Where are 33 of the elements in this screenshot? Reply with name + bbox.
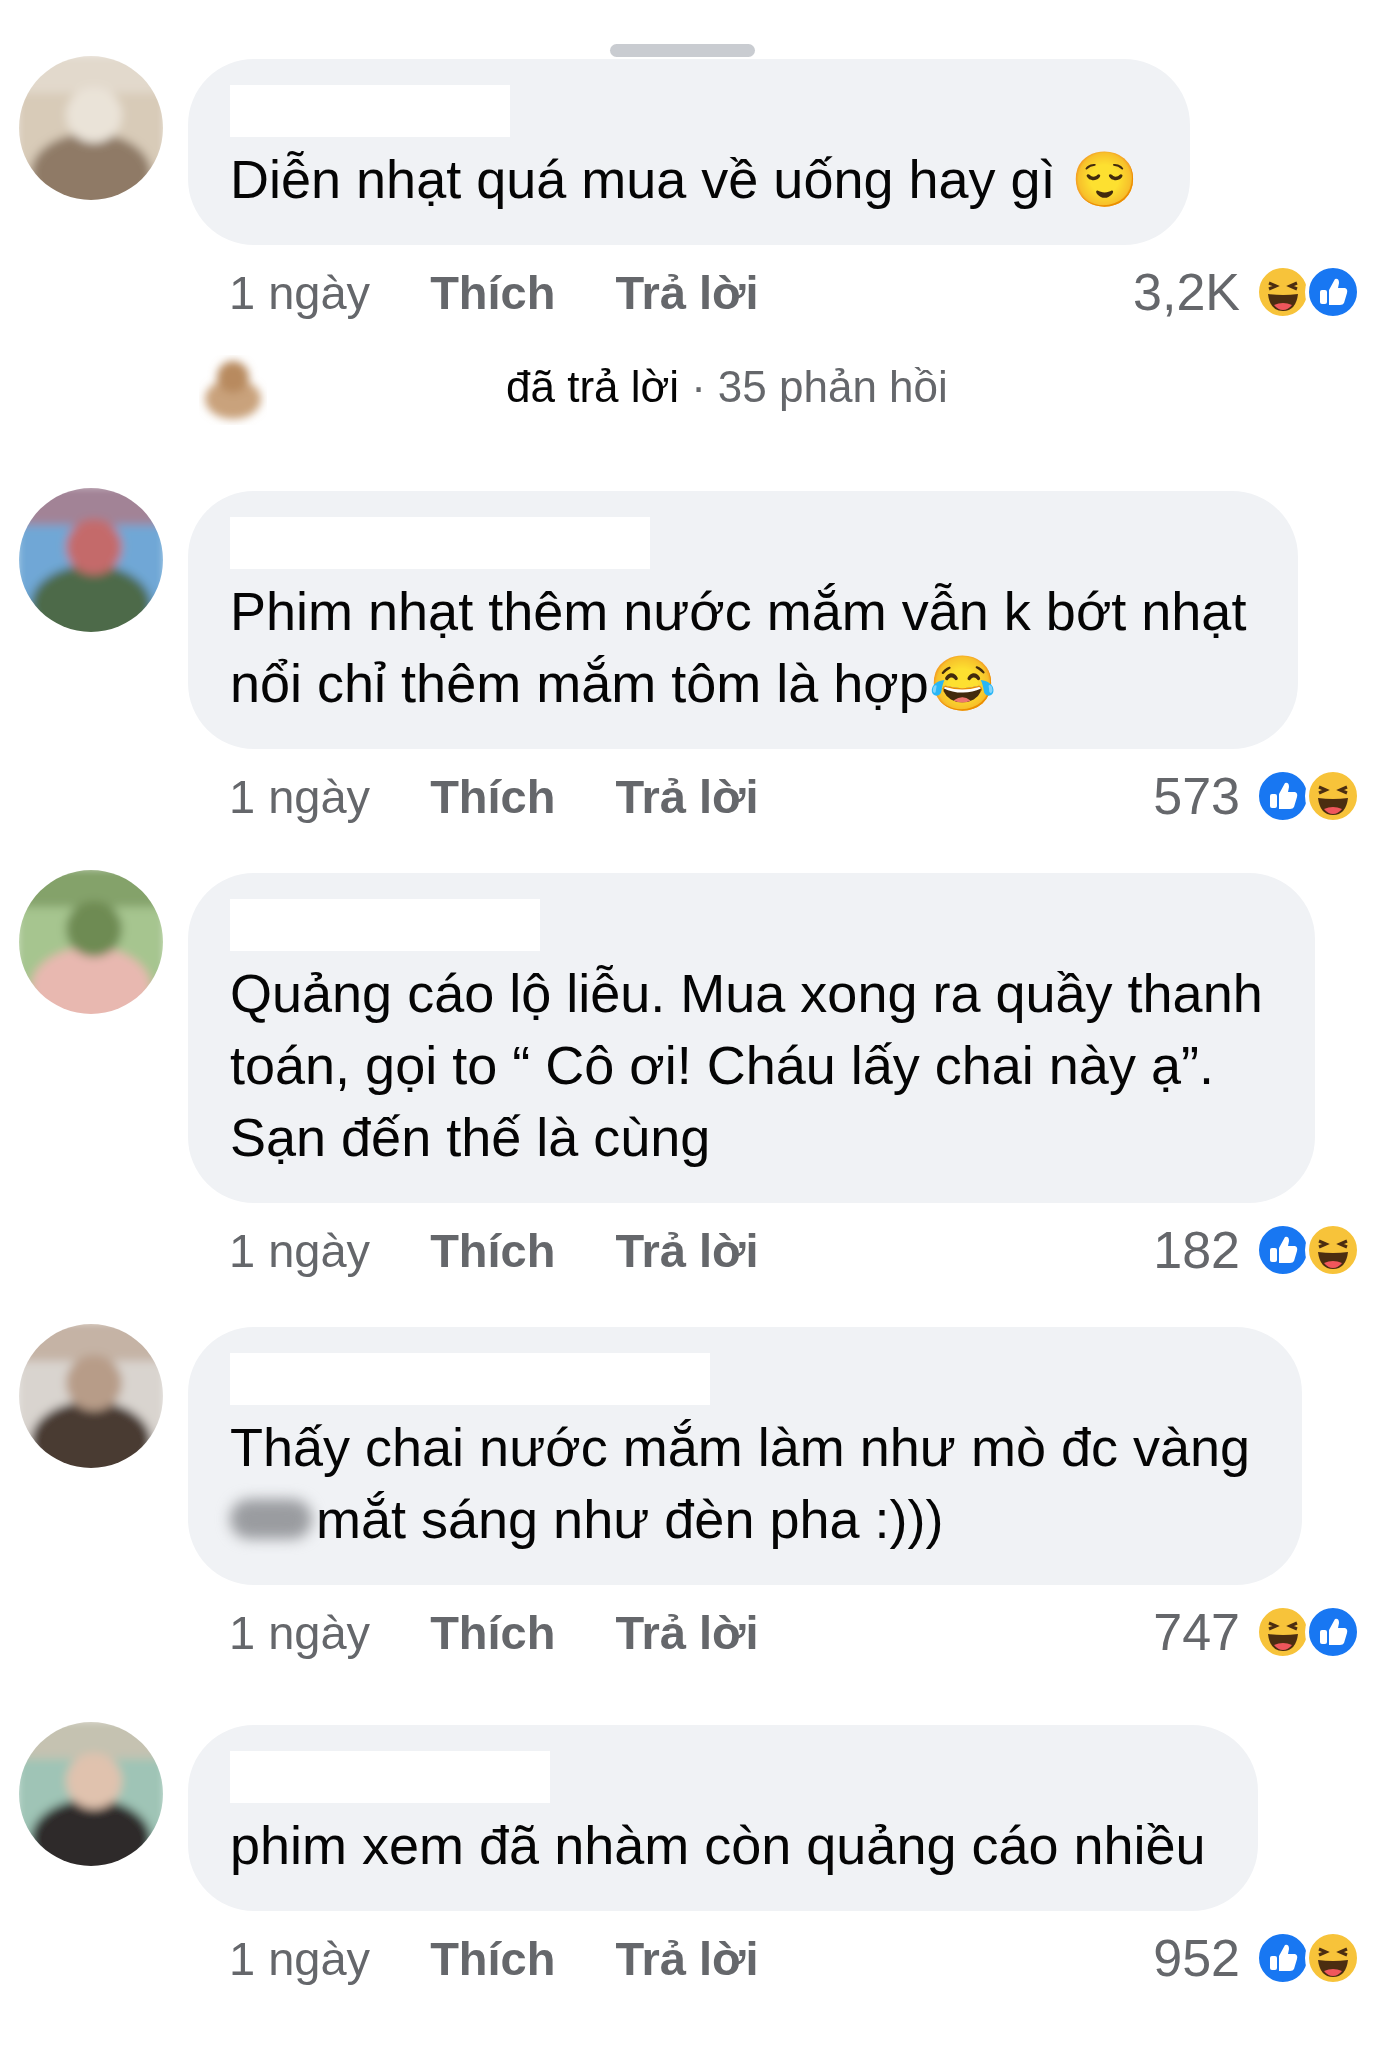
reaction-count: 573 (1153, 766, 1240, 826)
reaction-count: 3,2K (1133, 262, 1240, 322)
reply-link[interactable]: Trả lời (615, 1604, 759, 1660)
comment-text: Sạn đến thế là cùng (230, 1106, 712, 1169)
comment-time: 1 ngày (229, 1930, 371, 1986)
reply-link[interactable]: Trả lời (615, 1930, 759, 1986)
comment-text: Quảng cáo lộ liễu. Mua xong ra quầy thanh (230, 962, 1263, 1025)
reaction-count: 182 (1153, 1220, 1240, 1280)
comment-time: 1 ngày (229, 768, 371, 824)
reply-link[interactable]: Trả lời (615, 1222, 759, 1278)
reply-link[interactable]: Trả lời (615, 768, 759, 824)
reply-link[interactable]: Trả lời (615, 264, 759, 320)
reaction-count: 747 (1153, 1602, 1240, 1662)
like-link[interactable]: Thích (430, 264, 556, 320)
like-link[interactable]: Thích (430, 1604, 556, 1660)
separator-dot: · (691, 362, 706, 412)
comment-time: 1 ngày (229, 1604, 371, 1660)
reaction-count: 952 (1153, 1928, 1240, 1988)
comment-time: 1 ngày (229, 264, 371, 320)
drag-handle[interactable] (610, 44, 755, 57)
comment-text: nổi chỉ thêm mắm tôm là hợp😂 (230, 652, 997, 715)
replied-label[interactable]: đã trả lời (506, 362, 680, 412)
replies-count-link[interactable]: 35 phản hồi (717, 362, 948, 412)
comment-text: mắt sáng như đèn pha :))) (316, 1488, 944, 1551)
like-link[interactable]: Thích (430, 768, 556, 824)
comment-text: Diễn nhạt quá mua về uống hay gì 😌 (230, 148, 1138, 211)
like-link[interactable]: Thích (430, 1222, 556, 1278)
comment-time: 1 ngày (229, 1222, 371, 1278)
comment-text: Phim nhạt thêm nước mắm vẫn k bớt nhạt (230, 580, 1247, 643)
like-link[interactable]: Thích (430, 1930, 556, 1986)
comment-text: phim xem đã nhàm còn quảng cáo nhiều (230, 1814, 1206, 1877)
comment-text: Thấy chai nước mắm làm như mò đc vàng (230, 1416, 1251, 1479)
comment-text: toán, gọi to “ Cô ơi! Cháu lấy chai này ạ”. (230, 1034, 1215, 1097)
